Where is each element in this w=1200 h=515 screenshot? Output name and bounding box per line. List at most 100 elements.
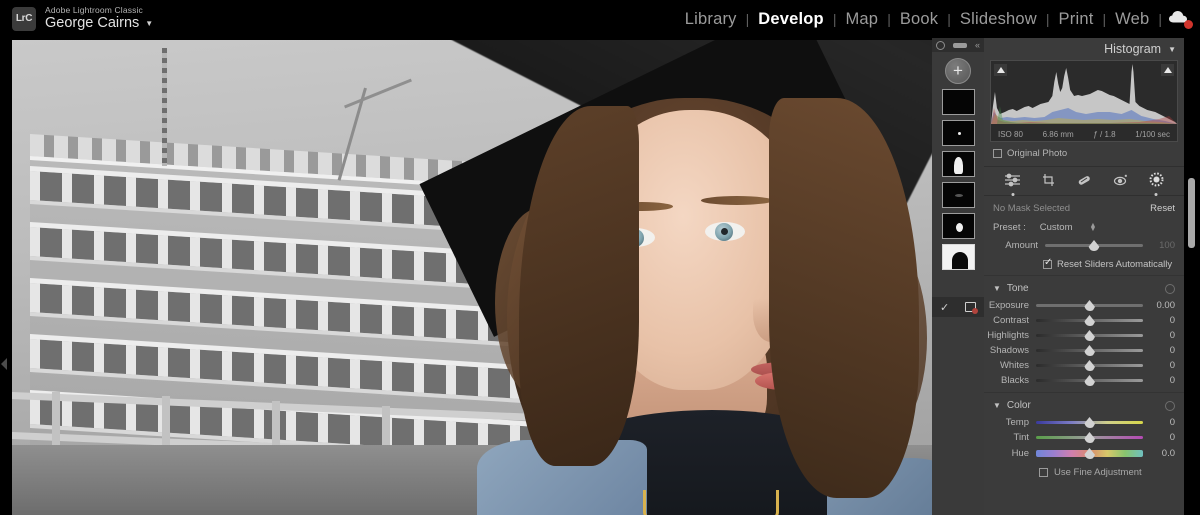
module-book[interactable]: Book [891, 10, 947, 29]
mask-reset-button[interactable]: Reset [1150, 203, 1175, 214]
basic-adjust-icon[interactable] [1004, 173, 1021, 196]
module-map[interactable]: Map [836, 10, 887, 29]
checkbox-icon[interactable] [1039, 468, 1048, 477]
blacks-slider[interactable] [1036, 375, 1143, 386]
delete-mask-icon[interactable] [965, 302, 979, 314]
histogram-title: Histogram [1104, 42, 1162, 56]
slider-handle[interactable] [1084, 300, 1095, 311]
histogram-graph[interactable]: ISO 80 6.86 mm ƒ / 1.8 1/100 sec [990, 60, 1178, 142]
slider-row-hue: Hue 0.0 [984, 445, 1175, 462]
slider-label: Blacks [1001, 375, 1029, 386]
contrast-slider[interactable] [1036, 315, 1143, 326]
slider-handle[interactable] [1084, 375, 1095, 386]
slider-handle[interactable] [1084, 330, 1095, 341]
shadows-slider[interactable] [1036, 345, 1143, 356]
nav-separator: | [1158, 11, 1162, 27]
add-mask-button[interactable]: + [945, 58, 971, 84]
exif-readout: ISO 80 6.86 mm ƒ / 1.8 1/100 sec [991, 130, 1177, 139]
slider-value: 0 [1169, 432, 1175, 443]
crop-icon[interactable] [1041, 173, 1056, 190]
original-photo-label: Original Photo [1007, 148, 1068, 159]
account-name-row[interactable]: George Cairns ▼ [45, 16, 153, 32]
title-bar: LrC Adobe Lightroom Classic George Cairn… [0, 0, 1200, 38]
brand-identity[interactable]: LrC Adobe Lightroom Classic George Cairn… [0, 5, 153, 32]
preset-value[interactable]: Custom [1040, 222, 1073, 233]
mask-thumbnail[interactable] [941, 89, 975, 115]
image-canvas[interactable] [0, 38, 932, 515]
left-panel-arrow-icon[interactable] [1, 358, 7, 370]
slider-handle[interactable] [1084, 315, 1095, 326]
healing-brush-icon[interactable] [1076, 173, 1092, 190]
mask-overlay-pill[interactable] [952, 42, 967, 48]
right-panel-scrollbar[interactable] [1184, 38, 1200, 515]
chevron-down-icon[interactable]: ▼ [993, 401, 1001, 410]
original-photo-toggle[interactable]: Original Photo [984, 142, 1184, 166]
amount-slider[interactable] [1045, 240, 1143, 251]
whites-slider[interactable] [1036, 360, 1143, 371]
slider-row-whites: Whites 0 [984, 358, 1175, 373]
module-web[interactable]: Web [1106, 10, 1158, 29]
gold-necklace [643, 490, 779, 515]
exif-aperture: ƒ / 1.8 [1093, 130, 1116, 139]
exposure-slider[interactable] [1036, 300, 1143, 311]
photo-preview[interactable] [12, 40, 932, 515]
tone-section-header[interactable]: ▼ Tone [984, 275, 1184, 298]
mask-thumbnail[interactable] [941, 151, 975, 177]
hair-front-left [519, 106, 639, 466]
histogram-header[interactable]: Histogram ▼ [984, 38, 1184, 60]
slider-value: 0 [1169, 360, 1175, 371]
masking-icon[interactable] [1149, 172, 1164, 196]
checkbox-icon[interactable] [993, 149, 1002, 158]
scrollbar-thumb[interactable] [1188, 178, 1195, 248]
tint-slider[interactable] [1036, 432, 1143, 443]
stepper-icon[interactable]: ▲ ▼ [1089, 222, 1096, 233]
chevron-down-icon[interactable]: ▼ [1168, 45, 1176, 54]
slider-label: Temp [1005, 417, 1029, 428]
slider-row-highlights: Highlights 0 [984, 328, 1175, 343]
fine-adjustment-toggle[interactable]: Use Fine Adjustment [984, 462, 1175, 478]
hair-front-right [769, 98, 919, 498]
slider-handle[interactable] [1088, 240, 1100, 251]
mask-mark [957, 132, 961, 135]
reset-sliders-toggle[interactable]: Reset Sliders Automatically [993, 251, 1175, 273]
chevron-down-icon[interactable]: ▼ [145, 19, 153, 29]
slider-row-shadows: Shadows 0 [984, 343, 1175, 358]
slider-handle[interactable] [1084, 360, 1095, 371]
slider-handle[interactable] [1084, 345, 1095, 356]
masks-thumb-list: + [932, 52, 984, 270]
mask-thumbnail[interactable] [941, 182, 975, 208]
slider-handle[interactable] [1084, 417, 1095, 428]
slider-row-temp: Temp 0 [984, 415, 1175, 430]
lightroom-window: LrC Adobe Lightroom Classic George Cairn… [0, 0, 1200, 515]
tool-strip [984, 166, 1184, 196]
slider-handle[interactable] [1084, 432, 1095, 443]
slider-handle[interactable] [1084, 448, 1095, 459]
preset-label: Preset : [993, 222, 1026, 233]
module-develop[interactable]: Develop [749, 10, 833, 29]
masks-strip-header: « [932, 38, 984, 52]
exif-iso: ISO 80 [998, 130, 1023, 139]
color-section-header[interactable]: ▼ Color [984, 392, 1184, 415]
mask-thumbnail[interactable] [941, 120, 975, 146]
masks-strip-footer: ✓ [932, 297, 984, 317]
chevron-down-icon[interactable]: ▼ [993, 284, 1001, 293]
red-eye-icon[interactable] [1113, 173, 1129, 190]
check-icon[interactable]: ✓ [940, 301, 949, 314]
module-print[interactable]: Print [1050, 10, 1103, 29]
mask-thumbnail[interactable] [941, 213, 975, 239]
amount-value: 100 [1159, 240, 1175, 251]
eye-icon[interactable] [1165, 400, 1175, 411]
mask-thumbnail-subject-selected[interactable] [941, 244, 975, 270]
temp-slider[interactable] [1036, 417, 1143, 428]
collapse-chevron-icon[interactable]: « [975, 40, 980, 50]
checkbox-icon[interactable] [1043, 257, 1052, 269]
visibility-icon[interactable] [936, 40, 945, 50]
module-slideshow[interactable]: Slideshow [951, 10, 1046, 29]
module-library[interactable]: Library [676, 10, 746, 29]
cloud-sync-icon[interactable] [1168, 9, 1194, 29]
hue-slider[interactable] [1036, 448, 1143, 459]
slider-value: 0 [1169, 315, 1175, 326]
highlights-slider[interactable] [1036, 330, 1143, 341]
eye-icon[interactable] [1165, 283, 1175, 294]
mask-status-label: No Mask Selected [993, 203, 1071, 214]
